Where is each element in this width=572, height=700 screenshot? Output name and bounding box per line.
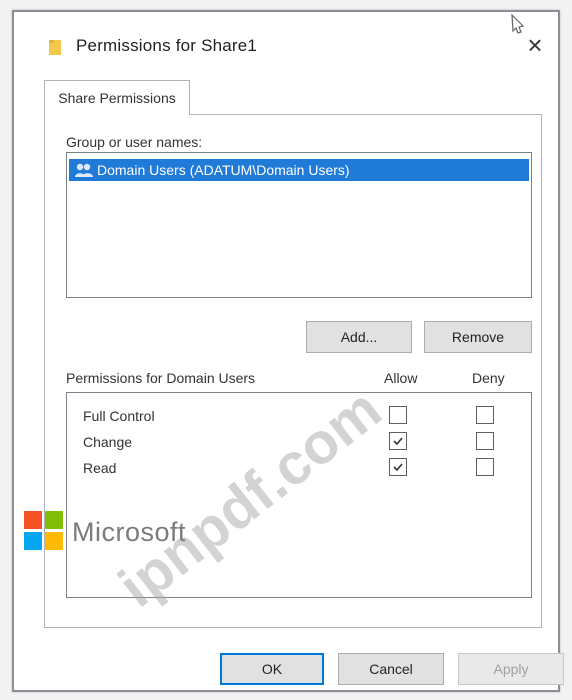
permission-row-read: Read: [67, 457, 531, 481]
user-list[interactable]: Domain Users (ADATUM\Domain Users): [66, 152, 532, 298]
permissions-header: Permissions for Domain Users: [66, 370, 256, 386]
group-label: Group or user names:: [66, 134, 203, 150]
microsoft-logo-yellow: [45, 532, 63, 550]
change-allow-checkbox[interactable]: [389, 432, 407, 450]
full-control-deny-checkbox[interactable]: [476, 406, 494, 424]
microsoft-logo-red: [24, 511, 42, 529]
user-label: Domain Users (ADATUM\Domain Users): [97, 162, 350, 178]
user-row-domain-users[interactable]: Domain Users (ADATUM\Domain Users): [69, 159, 529, 181]
microsoft-logo-green: [45, 511, 63, 529]
check-icon: [393, 463, 403, 472]
deny-header: Deny: [472, 370, 505, 386]
cancel-button[interactable]: Cancel: [338, 653, 444, 685]
dialog-title: Permissions for Share1: [76, 36, 258, 55]
full-control-allow-checkbox[interactable]: [389, 406, 407, 424]
microsoft-brand-text: Microsoft: [72, 517, 187, 547]
allow-header: Allow: [384, 370, 418, 386]
add-button[interactable]: Add...: [306, 321, 412, 353]
change-deny-checkbox[interactable]: [476, 432, 494, 450]
apply-button[interactable]: Apply: [458, 653, 564, 685]
permission-label: Full Control: [83, 408, 155, 424]
microsoft-logo-blue: [24, 532, 42, 550]
ok-button[interactable]: OK: [220, 653, 324, 685]
title-bar: Permissions for Share1 ×: [14, 12, 558, 68]
permission-label: Read: [83, 460, 117, 476]
folder-icon: [49, 40, 61, 55]
permissions-dialog: Permissions for Share1 × Share Permissio…: [12, 10, 564, 692]
microsoft-logo: [24, 511, 64, 551]
tab-share-permissions[interactable]: Share Permissions: [44, 80, 190, 115]
tab-strip: Share Permissions: [44, 80, 534, 116]
permission-label: Change: [83, 434, 133, 450]
permission-row-change: Change: [67, 431, 531, 455]
read-allow-checkbox[interactable]: [389, 458, 407, 476]
user-group-icon: [75, 163, 93, 177]
check-icon: [393, 437, 403, 446]
remove-button[interactable]: Remove: [424, 321, 532, 353]
permission-row-full-control: Full Control: [67, 405, 531, 429]
read-deny-checkbox[interactable]: [476, 458, 494, 476]
close-icon[interactable]: ×: [520, 30, 550, 60]
permissions-list: Full Control Change Read: [66, 392, 532, 598]
